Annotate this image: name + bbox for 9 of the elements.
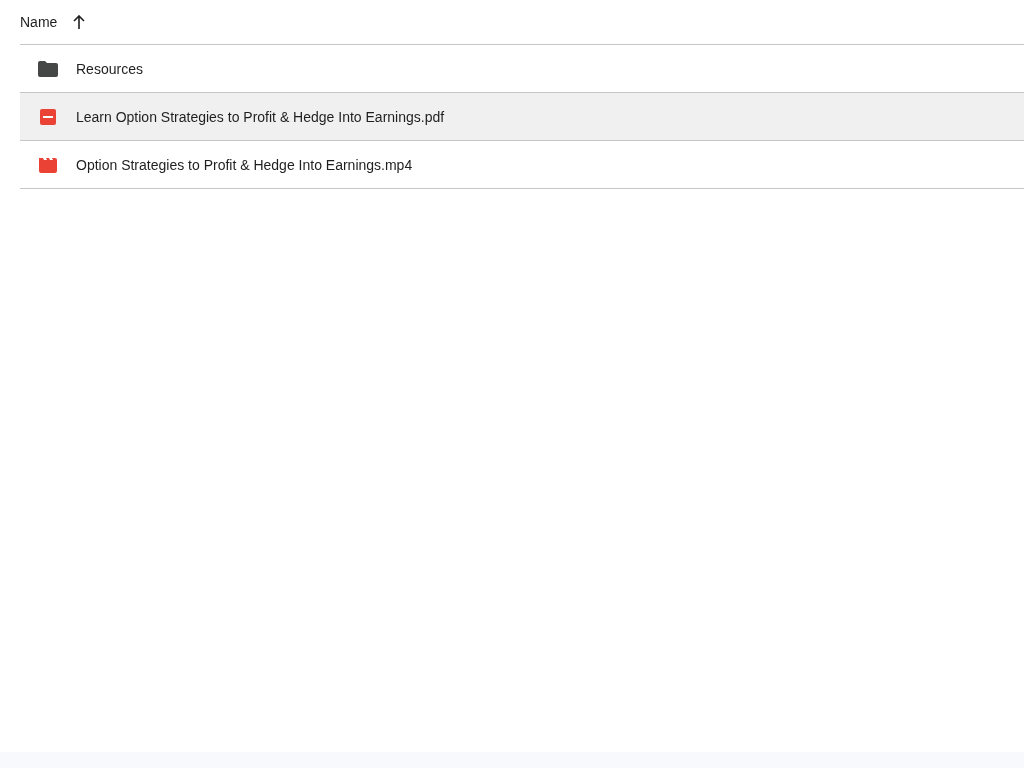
file-name: Resources — [76, 59, 143, 79]
arrow-up-icon[interactable] — [73, 15, 86, 29]
file-name: Option Strategies to Profit & Hedge Into Earnings.mp4 — [76, 155, 413, 175]
pdf-file-icon — [40, 108, 56, 125]
file-name: Learn Option Strategies to Profit & Hedge Into Earnings.pdf — [76, 107, 445, 127]
file-row[interactable]: Learn Option Strategies to Profit & Hedge Into Earnings.pdf — [20, 93, 1024, 141]
column-header[interactable]: Name — [20, 12, 58, 32]
folder-icon — [38, 60, 58, 77]
video-file-icon — [39, 156, 57, 173]
